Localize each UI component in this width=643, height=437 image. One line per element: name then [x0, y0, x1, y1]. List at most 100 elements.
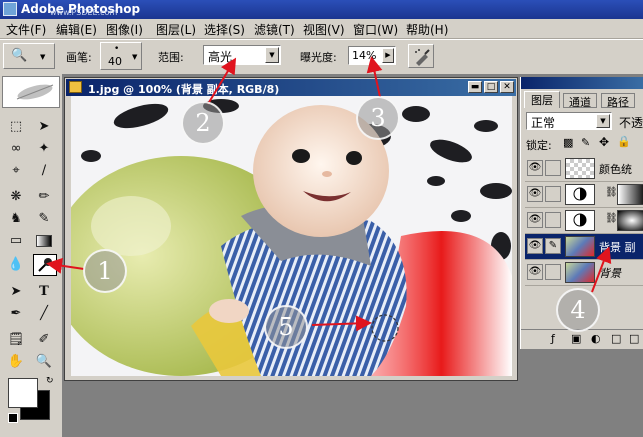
foreground-color-swatch[interactable]: [8, 378, 38, 408]
blend-mode-dropdown[interactable]: 正常 ▼: [526, 112, 612, 130]
chevron-down-icon: ▼: [132, 53, 138, 61]
lock-all-icon[interactable]: 🔒: [617, 135, 631, 148]
menu-file[interactable]: 文件(F): [6, 21, 46, 38]
tab-channels[interactable]: 通道: [563, 93, 597, 109]
new-layer-icon[interactable]: □: [629, 332, 639, 345]
feather-logo: [2, 76, 60, 108]
line-tool-icon[interactable]: ╱: [34, 304, 54, 324]
minimize-icon: ▬: [470, 82, 480, 92]
eye-icon[interactable]: 👁: [527, 264, 543, 280]
healing-brush-tool-icon[interactable]: ❋: [6, 187, 26, 207]
tab-paths-label: 路径: [607, 96, 629, 109]
link-slot[interactable]: [545, 264, 561, 280]
layer-row[interactable]: 👁 背景: [525, 260, 643, 286]
maximize-icon: □: [486, 82, 496, 92]
layer-row[interactable]: 👁 ⛓: [525, 182, 643, 208]
callout-2: 2: [181, 101, 225, 145]
brush-picker[interactable]: • 40 ▼: [100, 42, 142, 70]
minimize-button[interactable]: ▬: [468, 81, 482, 93]
options-bar: 🔍 ▼ 画笔: • 40 ▼ 范围: 高光 ▼ 曝光度: 14% ▶: [0, 39, 643, 75]
swap-colors-icon[interactable]: ↻: [46, 376, 54, 386]
type-tool-icon[interactable]: T: [34, 282, 54, 302]
menu-filter[interactable]: 滤镜(T): [254, 21, 295, 38]
menu-select[interactable]: 选择(S): [204, 21, 245, 38]
default-colors-icon[interactable]: [8, 413, 18, 423]
crop-tool-icon[interactable]: ⌖: [6, 161, 26, 181]
clone-stamp-tool-icon[interactable]: ♞: [6, 209, 26, 229]
pen-tool-icon[interactable]: ✒: [6, 304, 26, 324]
document-title: 1.jpg @ 100% (背景 副本, RGB/8): [88, 83, 280, 96]
airbrush-icon: [415, 49, 430, 66]
brush-dot-icon: •: [114, 44, 120, 54]
exposure-label: 曝光度:: [300, 51, 337, 64]
brush-tool-icon[interactable]: ✏: [34, 187, 54, 207]
close-icon: ✕: [503, 82, 511, 92]
new-fill-layer-icon[interactable]: ◐: [591, 332, 601, 345]
maximize-button[interactable]: □: [484, 81, 498, 93]
exposure-value: 14%: [352, 49, 377, 62]
layer-row[interactable]: 👁 颜色统: [525, 156, 643, 182]
link-slot[interactable]: [545, 160, 561, 176]
eye-icon[interactable]: 👁: [527, 186, 543, 202]
menu-image[interactable]: 图像(I): [106, 21, 143, 38]
chevron-right-icon[interactable]: ▶: [382, 48, 394, 63]
close-button[interactable]: ✕: [500, 81, 514, 93]
layer-name: 背景: [599, 267, 621, 280]
watermark: www.PSDEE.com: [50, 8, 118, 17]
brush-size: 40: [108, 55, 122, 68]
lock-paint-icon[interactable]: ✎: [581, 136, 590, 149]
opacity-label: 不透: [619, 116, 643, 130]
history-brush-tool-icon[interactable]: ✎: [34, 209, 54, 229]
tab-layers-label: 图层: [531, 94, 553, 107]
range-dropdown[interactable]: 高光 ▼: [203, 45, 281, 65]
link-slot[interactable]: [545, 186, 561, 202]
slice-tool-icon[interactable]: ∕: [34, 161, 54, 181]
layer-mask-thumbnail: [617, 210, 643, 231]
lasso-tool-icon[interactable]: ∞: [6, 139, 26, 159]
layer-style-icon[interactable]: ƒ: [551, 332, 555, 345]
eye-icon[interactable]: 👁: [527, 160, 543, 176]
layer-mask-thumbnail: [617, 184, 643, 205]
dodge-tool-selected[interactable]: [33, 254, 57, 276]
layer-row-selected[interactable]: 👁 ✎ 背景 副: [525, 234, 643, 260]
eraser-tool-icon[interactable]: ▭: [6, 231, 26, 251]
callout-4: 4: [556, 288, 600, 332]
notes-tool-icon[interactable]: 🗒: [6, 330, 26, 350]
document-icon: [69, 81, 82, 93]
add-mask-icon[interactable]: ▣: [571, 332, 581, 345]
marquee-tool-icon[interactable]: ⬚: [6, 117, 26, 137]
link-slot[interactable]: [545, 212, 561, 228]
eyedropper-tool-icon[interactable]: ✐: [34, 330, 54, 350]
menu-window[interactable]: 窗口(W): [353, 21, 398, 38]
hand-tool-icon[interactable]: ✋: [6, 352, 26, 372]
menu-help[interactable]: 帮助(H): [406, 21, 448, 38]
eye-icon[interactable]: 👁: [527, 212, 543, 228]
range-label: 范围:: [158, 51, 184, 64]
path-selection-tool-icon[interactable]: ➤: [6, 282, 26, 302]
gradient-tool-icon[interactable]: [36, 235, 52, 247]
lock-label: 锁定:: [526, 139, 552, 152]
layer-row[interactable]: 👁 ⛓: [525, 208, 643, 234]
tab-paths[interactable]: 路径: [601, 93, 635, 109]
new-group-icon[interactable]: □: [611, 332, 621, 345]
zoom-tool-icon[interactable]: 🔍: [34, 352, 54, 372]
brush-icon[interactable]: ✎: [545, 238, 561, 254]
eye-icon[interactable]: 👁: [527, 238, 543, 254]
tab-channels-label: 通道: [569, 96, 591, 109]
blur-tool-icon[interactable]: 💧: [6, 255, 26, 275]
magic-wand-tool-icon[interactable]: ✦: [34, 139, 54, 159]
chevron-down-icon[interactable]: ▼: [265, 47, 279, 63]
airbrush-button[interactable]: [408, 44, 434, 68]
chevron-down-icon[interactable]: ▼: [596, 114, 610, 128]
tool-preset-picker[interactable]: 🔍 ▼: [3, 43, 55, 69]
menu-view[interactable]: 视图(V): [303, 21, 345, 38]
lock-transparency-icon[interactable]: ▩: [563, 136, 573, 149]
menu-layer[interactable]: 图层(L): [156, 21, 196, 38]
lock-move-icon[interactable]: ✥: [599, 135, 609, 149]
tab-layers[interactable]: 图层: [524, 91, 560, 108]
layers-button-bar: ƒ ▣ ◐ □ □: [521, 329, 643, 348]
exposure-field[interactable]: 14% ▶: [348, 46, 396, 65]
move-tool-icon[interactable]: ➤: [34, 117, 54, 137]
menu-edit[interactable]: 编辑(E): [56, 21, 97, 38]
dodge-tool-icon: [38, 258, 52, 272]
